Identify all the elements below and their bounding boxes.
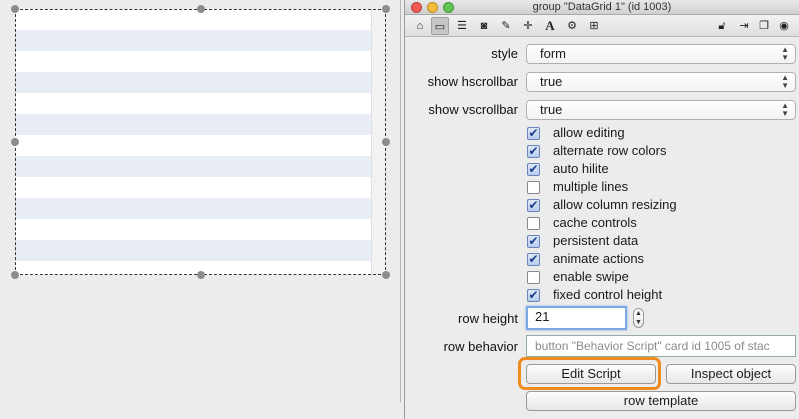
resize-handle-left[interactable] [11,138,19,146]
target-icon[interactable]: ◉ [775,17,793,35]
checkbox-box[interactable]: ✔ [527,199,540,212]
resize-handle-right[interactable] [382,138,390,146]
copy-icon[interactable]: ❐ [755,17,773,35]
window-title: group "DataGrid 1" (id 1003) [532,1,672,13]
resize-handle-bottom-right[interactable] [382,271,390,279]
vscrollbar-label: show vscrollbar [428,102,518,117]
grid-row[interactable] [15,219,386,240]
grid-row[interactable] [15,135,386,156]
checkbox-box[interactable]: ✔ [527,289,540,302]
checkbox-box[interactable] [527,217,540,230]
resize-handle-top[interactable] [197,5,205,13]
row-height-label: row height [458,311,518,326]
gears-icon[interactable]: ⚙ [563,17,581,35]
checkbox-label: fixed control height [553,287,663,302]
database-icon[interactable]: ◙ [475,17,493,35]
grid-row[interactable] [15,72,386,93]
checkbox-box[interactable]: ✔ [527,163,540,176]
lock-icon[interactable]: 🔓︎ [713,17,731,35]
checkbox-label: multiple lines [553,179,629,194]
checkbox-box[interactable] [527,181,540,194]
checkbox-label: persistent data [553,233,639,248]
checkbox-label: auto hilite [553,161,609,176]
checkbox-label: alternate row colors [553,143,667,158]
grid-row[interactable] [15,156,386,177]
checkbox-box[interactable]: ✔ [527,253,540,266]
grid-row[interactable] [15,93,386,114]
grid-row[interactable] [15,240,386,261]
home-icon[interactable]: ⌂ [411,17,429,35]
row-height-input[interactable]: 21 [526,306,627,330]
checkbox-label: allow editing [553,125,625,140]
grid-row[interactable] [15,177,386,198]
checkbox-label: cache controls [553,215,637,230]
style-select[interactable]: form ▲ ▼ [526,44,796,64]
resize-handle-top-right[interactable] [382,5,390,13]
vscrollbar-value: true [540,102,563,117]
checkbox-label: enable swipe [553,269,629,284]
grid-row[interactable] [15,30,386,51]
select-arrows-icon: ▲ ▼ [781,73,789,90]
checkbox-box[interactable]: ✔ [527,145,540,158]
checkbox-box[interactable] [527,271,540,284]
resize-handle-bottom[interactable] [197,271,205,279]
checkbox-label: animate actions [553,251,645,266]
row-behavior-field[interactable]: button "Behavior Script" card id 1005 of… [526,335,796,357]
property-inspector: group "DataGrid 1" (id 1003) ⌂ ▭ ☰ ◙ ✎ ✛… [404,0,799,419]
row-height-stepper[interactable]: ▲ ▼ [633,308,644,328]
style-label: style [491,46,518,61]
hscrollbar-select[interactable]: true ▲ ▼ [526,72,796,92]
resize-handle-bottom-left[interactable] [11,271,19,279]
inspector-toolbar: ⌂ ▭ ☰ ◙ ✎ ✛ A ⚙ ⊞ 🔓︎ ⇥ ❐ ◉ [405,15,799,37]
grid-row[interactable] [15,51,386,72]
grid-row[interactable] [15,114,386,135]
grid-icon[interactable]: ⊞ [585,17,603,35]
close-icon[interactable] [411,2,422,13]
select-arrows-icon: ▲ ▼ [781,45,789,62]
edit-script-button[interactable]: Edit Script [526,364,656,384]
checkbox-box[interactable]: ✔ [527,127,540,140]
inspect-object-button[interactable]: Inspect object [666,364,796,384]
text-icon[interactable]: A [541,17,559,35]
window-titlebar: group "DataGrid 1" (id 1003) [405,0,799,15]
resize-handle-top-left[interactable] [11,5,19,13]
style-value: form [540,46,566,61]
hscrollbar-value: true [540,74,563,89]
move-icon[interactable]: ✛ [519,17,537,35]
export-icon[interactable]: ⇥ [735,17,753,35]
row-behavior-label: row behavior [443,339,518,354]
list-icon[interactable]: ☰ [453,17,471,35]
vscrollbar-select[interactable]: true ▲ ▼ [526,100,796,120]
card-canvas [0,0,401,402]
checkbox-label: allow column resizing [553,197,677,212]
select-arrows-icon: ▲ ▼ [781,101,789,118]
grid-row[interactable] [15,198,386,219]
pencil-icon[interactable]: ✎ [497,17,515,35]
zoom-icon[interactable] [443,2,454,13]
basic-properties-icon[interactable]: ▭ [431,17,449,35]
row-template-button[interactable]: row template [526,391,796,411]
datagrid[interactable] [15,9,386,275]
checkbox-box[interactable]: ✔ [527,235,540,248]
minimize-icon[interactable] [427,2,438,13]
hscrollbar-label: show hscrollbar [427,74,518,89]
